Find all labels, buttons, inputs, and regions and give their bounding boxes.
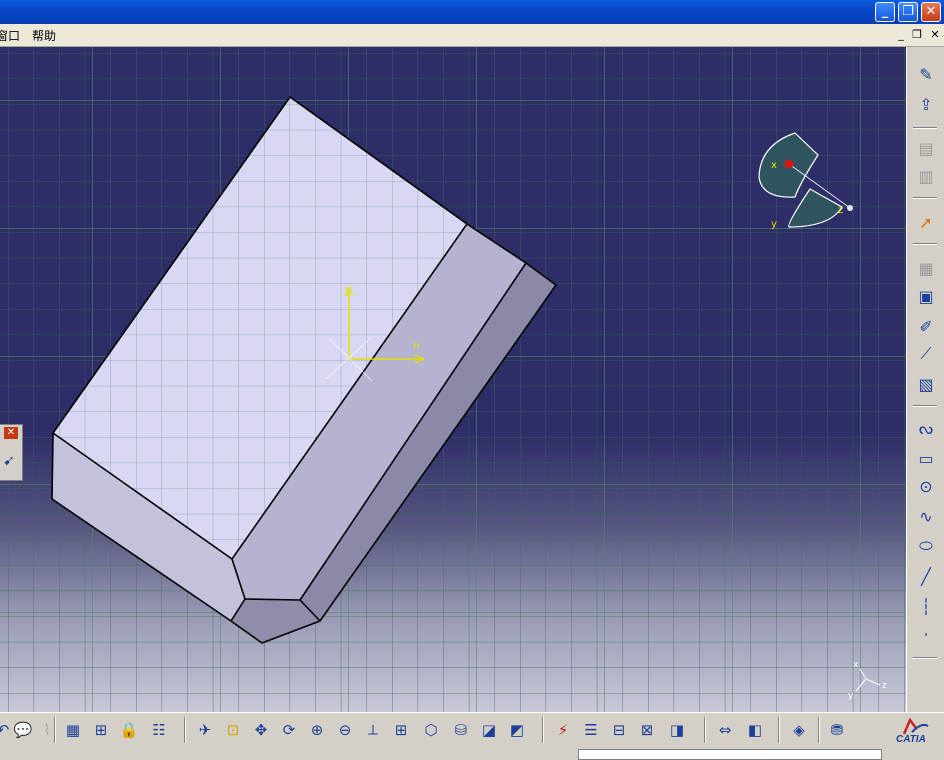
point-icon[interactable]: · bbox=[915, 623, 937, 645]
geometry-icon[interactable]: ⊠ bbox=[636, 719, 658, 741]
constraint-icon[interactable]: ⟋ bbox=[915, 343, 937, 365]
close-button[interactable]: ✕ bbox=[921, 2, 941, 22]
axis-h-label: H bbox=[413, 342, 420, 352]
line-icon[interactable]: ╱ bbox=[915, 565, 937, 587]
comment-icon[interactable]: 💬 bbox=[12, 719, 34, 741]
3d-viewport[interactable]: V H x y z x z y bbox=[0, 47, 906, 712]
select-icon[interactable]: ➹ bbox=[0, 449, 18, 473]
mdi-close-button[interactable]: ✕ bbox=[928, 28, 942, 41]
construction-element-icon[interactable]: ▣ bbox=[915, 285, 937, 307]
triad-x-label: x bbox=[853, 660, 859, 670]
normal-view-icon[interactable]: ⟂ bbox=[362, 719, 384, 741]
tree-icon[interactable]: ⊞ bbox=[90, 719, 112, 741]
compass-x-label: x bbox=[771, 160, 777, 171]
ruler-icon[interactable]: ☰ bbox=[580, 719, 602, 741]
right-toolbar: ✎ ⇪ ▤ ▥ ➚ ▦ ▣ ✐ ⟋ ▧ ᔓ ▭ ⊙ ∿ ⬭ ╱ ┆ · bbox=[906, 47, 944, 712]
menu-bar: 窗口 帮助 _ ❐ ✕ bbox=[0, 24, 944, 47]
auto-constraint-icon[interactable]: ▧ bbox=[915, 373, 937, 395]
triad-y-label: y bbox=[848, 691, 854, 701]
menu-window[interactable]: 窗口 bbox=[0, 27, 20, 44]
floating-toolbar: ✕ ➹ bbox=[0, 424, 23, 481]
constraint-display-icon[interactable]: ⊟ bbox=[608, 719, 630, 741]
iso-view-icon[interactable]: ⬡ bbox=[420, 719, 442, 741]
select-arrow-icon[interactable]: ➚ bbox=[915, 211, 937, 233]
fit-all-icon[interactable]: ⊡ bbox=[222, 719, 244, 741]
render-style-icon[interactable]: ⛁ bbox=[450, 719, 472, 741]
exit-workbench-icon[interactable]: ⇪ bbox=[915, 93, 937, 115]
rectangle-icon[interactable]: ▭ bbox=[915, 447, 937, 469]
axis-icon[interactable]: ┆ bbox=[915, 595, 937, 617]
table-icon[interactable]: ▦ bbox=[62, 719, 84, 741]
catia-logo: CATIA bbox=[892, 718, 940, 752]
apply-material-icon[interactable]: ⛃ bbox=[826, 719, 848, 741]
catalog-icon[interactable]: ☷ bbox=[148, 719, 170, 741]
sketch-analysis-icon[interactable]: ⚡ bbox=[552, 719, 574, 741]
zoom-out-icon[interactable]: ⊖ bbox=[334, 719, 356, 741]
mdi-restore-button[interactable]: ❐ bbox=[910, 28, 924, 41]
multi-view-icon[interactable]: ⊞ bbox=[390, 719, 412, 741]
spline-icon[interactable]: ∿ bbox=[915, 505, 937, 527]
lock-icon[interactable]: 🔒 bbox=[118, 719, 140, 741]
circle-icon[interactable]: ⊙ bbox=[915, 475, 937, 497]
ellipse-icon[interactable]: ⬭ bbox=[915, 535, 937, 557]
logo-text: CATIA bbox=[896, 734, 926, 745]
triad-z-label: z bbox=[882, 681, 887, 691]
cut-part-icon[interactable]: ▤ bbox=[915, 137, 937, 159]
pan-icon[interactable]: ✥ bbox=[250, 719, 272, 741]
profile-icon[interactable]: ᔓ bbox=[915, 417, 937, 439]
title-bar: _ ❐ ✕ bbox=[0, 0, 944, 24]
grid-icon[interactable]: ▥ bbox=[915, 165, 937, 187]
snap-icon[interactable]: ▦ bbox=[915, 257, 937, 279]
zoom-in-icon[interactable]: ⊕ bbox=[306, 719, 328, 741]
edit-icon[interactable]: ✐ bbox=[915, 315, 937, 337]
float-close-button[interactable]: ✕ bbox=[4, 427, 18, 439]
dimension-icon[interactable]: ◨ bbox=[666, 719, 688, 741]
measure-icon[interactable]: ⇔ bbox=[714, 719, 736, 741]
bottom-toolbar: ↶ 💬 ⌇ ▦ ⊞ 🔒 ☷ ✈ ⊡ ✥ ⟳ ⊕ ⊖ ⟂ ⊞ ⬡ ⛁ ◪ ◩ ⚡ … bbox=[0, 712, 944, 760]
compass-y-label: y bbox=[771, 219, 777, 230]
viewport-canvas: V H x y z x z y bbox=[0, 47, 906, 712]
axis-v-label: V bbox=[345, 286, 352, 296]
texture-icon[interactable]: ◈ bbox=[788, 719, 810, 741]
mdi-minimize-button[interactable]: _ bbox=[894, 28, 908, 41]
menu-help[interactable]: 帮助 bbox=[32, 27, 56, 44]
restore-button[interactable]: ❐ bbox=[898, 2, 918, 22]
sketcher-exit-icon[interactable]: ✎ bbox=[915, 63, 937, 85]
fly-icon[interactable]: ✈ bbox=[194, 719, 216, 741]
minimize-button[interactable]: _ bbox=[875, 2, 895, 22]
compass-z-label: z bbox=[838, 205, 843, 216]
visualization-icon[interactable]: ◧ bbox=[744, 719, 766, 741]
rotate-icon[interactable]: ⟳ bbox=[278, 719, 300, 741]
status-bar bbox=[578, 749, 882, 760]
hide-show-icon[interactable]: ◪ bbox=[478, 719, 500, 741]
swap-icon[interactable]: ◩ bbox=[506, 719, 528, 741]
